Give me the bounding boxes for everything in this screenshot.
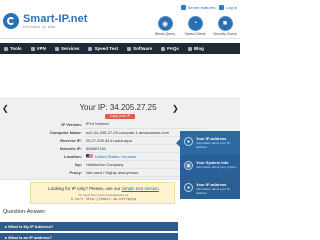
blank-banner-area (0, 56, 240, 98)
login-icon (219, 4, 225, 10)
top-nav-label: Whois Query (154, 32, 176, 36)
nav-label: Speed Test (94, 46, 119, 51)
nav-tools[interactable]: Tools (4, 46, 22, 51)
top-nav-label: Security Check (213, 32, 237, 36)
shield-icon: ■ (217, 16, 233, 31)
copy-ip-button[interactable]: Copy your IP (105, 114, 135, 119)
server-features-link[interactable]: Server features (180, 4, 216, 10)
header-divider (0, 38, 240, 39)
vpn-icon (30, 46, 35, 51)
top-nav-whois[interactable]: ◉ Whois Query (153, 16, 177, 36)
ip-heading-prefix: Your IP: (79, 103, 108, 112)
info-key: Numeric IP: (59, 145, 82, 151)
server-icon (180, 4, 186, 10)
info-key: IP Version: (61, 121, 82, 127)
globe-icon: ◉ (157, 16, 173, 31)
logo-tagline: Ultimate ip web (23, 24, 56, 29)
login-label: Log in (226, 4, 237, 10)
info-key: Computer Name: (49, 129, 82, 135)
sidebar-desc: Information about your IP-address (196, 141, 231, 149)
nav-blog[interactable]: Blog (187, 46, 204, 51)
sidebar-desc: Information about your IP-address (196, 187, 231, 195)
sidebar-item-ip-address[interactable]: ● Your IP-address Information about your… (176, 131, 240, 155)
top-nav: ◉ Whois Query ◔ Speed Check ■ Security C… (153, 16, 237, 36)
info-key: Proxy: (69, 169, 82, 175)
info-key: Reverse IP: (60, 137, 82, 143)
nav-label: FAQs (167, 46, 179, 51)
server-features-label: Server features (187, 4, 216, 10)
notice-prefix: Looking for IP only? Please, use our (48, 186, 121, 191)
nav-label: VPN (36, 46, 46, 51)
qa-item-label: What is an IP address? (8, 235, 52, 240)
top-links: Server features Log in (180, 1, 237, 13)
services-icon (54, 46, 59, 51)
location-pin-icon: ● (184, 183, 193, 192)
site-logo[interactable]: Smart-IP.net Ultimate ip web (3, 13, 88, 29)
qa-item[interactable]: ▸ What is an IP address? (0, 233, 178, 240)
sidebar-desc: Information about your system (196, 165, 237, 169)
monitor-icon: ▣ (184, 161, 193, 170)
top-nav-security[interactable]: ■ Security Check (213, 16, 237, 36)
top-nav-label: Speed Check (184, 32, 206, 36)
nav-vpn[interactable]: VPN (30, 46, 46, 51)
info-value: IPv4 Internet (84, 120, 204, 129)
notice-text: Looking for IP only? Please, use our sim… (31, 186, 176, 191)
speed-test-icon (88, 46, 93, 51)
top-nav-speed[interactable]: ◔ Speed Check (183, 16, 207, 36)
ip-address: 34.205.27.25 (109, 103, 157, 112)
software-icon (127, 46, 132, 51)
logo-name: Smart-IP.net (23, 12, 88, 25)
info-key: Isp: (74, 161, 82, 167)
faqs-icon (161, 46, 166, 51)
tools-icon (4, 46, 8, 51)
sidebar-pointer (176, 139, 180, 147)
simple-version-link[interactable]: simple text version (122, 186, 159, 191)
nav-services[interactable]: Services (54, 46, 80, 51)
sidebar-item-system-info[interactable]: ▣ Your System Info Information about you… (180, 155, 240, 177)
ip-heading: Your IP: 34.205.27.25 (58, 103, 178, 112)
qa-item[interactable]: ▸ What is My IP Address? (0, 222, 178, 231)
nav-label: Tools (10, 46, 22, 51)
nav-speed-test[interactable]: Speed Test (88, 46, 118, 51)
curl-command: $ curl http://smart-ip.net/myip (70, 197, 137, 201)
nav-label: Blog (193, 46, 204, 51)
table-row: IP Version: IPv4 Internet (40, 120, 204, 129)
nav-label: Services (60, 46, 80, 51)
nav-faqs[interactable]: FAQs (161, 46, 179, 51)
qa-item-label: What is My IP Address? (8, 224, 54, 229)
us-flag-icon (86, 154, 93, 159)
nav-label: Software (133, 46, 153, 51)
logo-icon (3, 13, 19, 29)
location-link[interactable]: United States, Houston (95, 154, 136, 159)
info-key: Location: (64, 153, 82, 159)
main-nav: Tools VPN Services Speed Test Software F… (0, 43, 240, 54)
login-link[interactable]: Log in (219, 4, 237, 10)
simple-version-notice: Looking for IP only? Please, use our sim… (30, 182, 175, 204)
sidebar-item-ip-address-2[interactable]: ● Your IP-address Information about your… (180, 177, 240, 199)
nav-software[interactable]: Software (127, 46, 152, 51)
chevron-left-icon[interactable]: ❮ (2, 104, 9, 113)
blog-icon (187, 46, 192, 51)
qa-heading: Question-Answer (3, 209, 46, 215)
speedometer-icon: ◔ (187, 16, 203, 31)
location-pin-icon: ● (184, 137, 193, 146)
